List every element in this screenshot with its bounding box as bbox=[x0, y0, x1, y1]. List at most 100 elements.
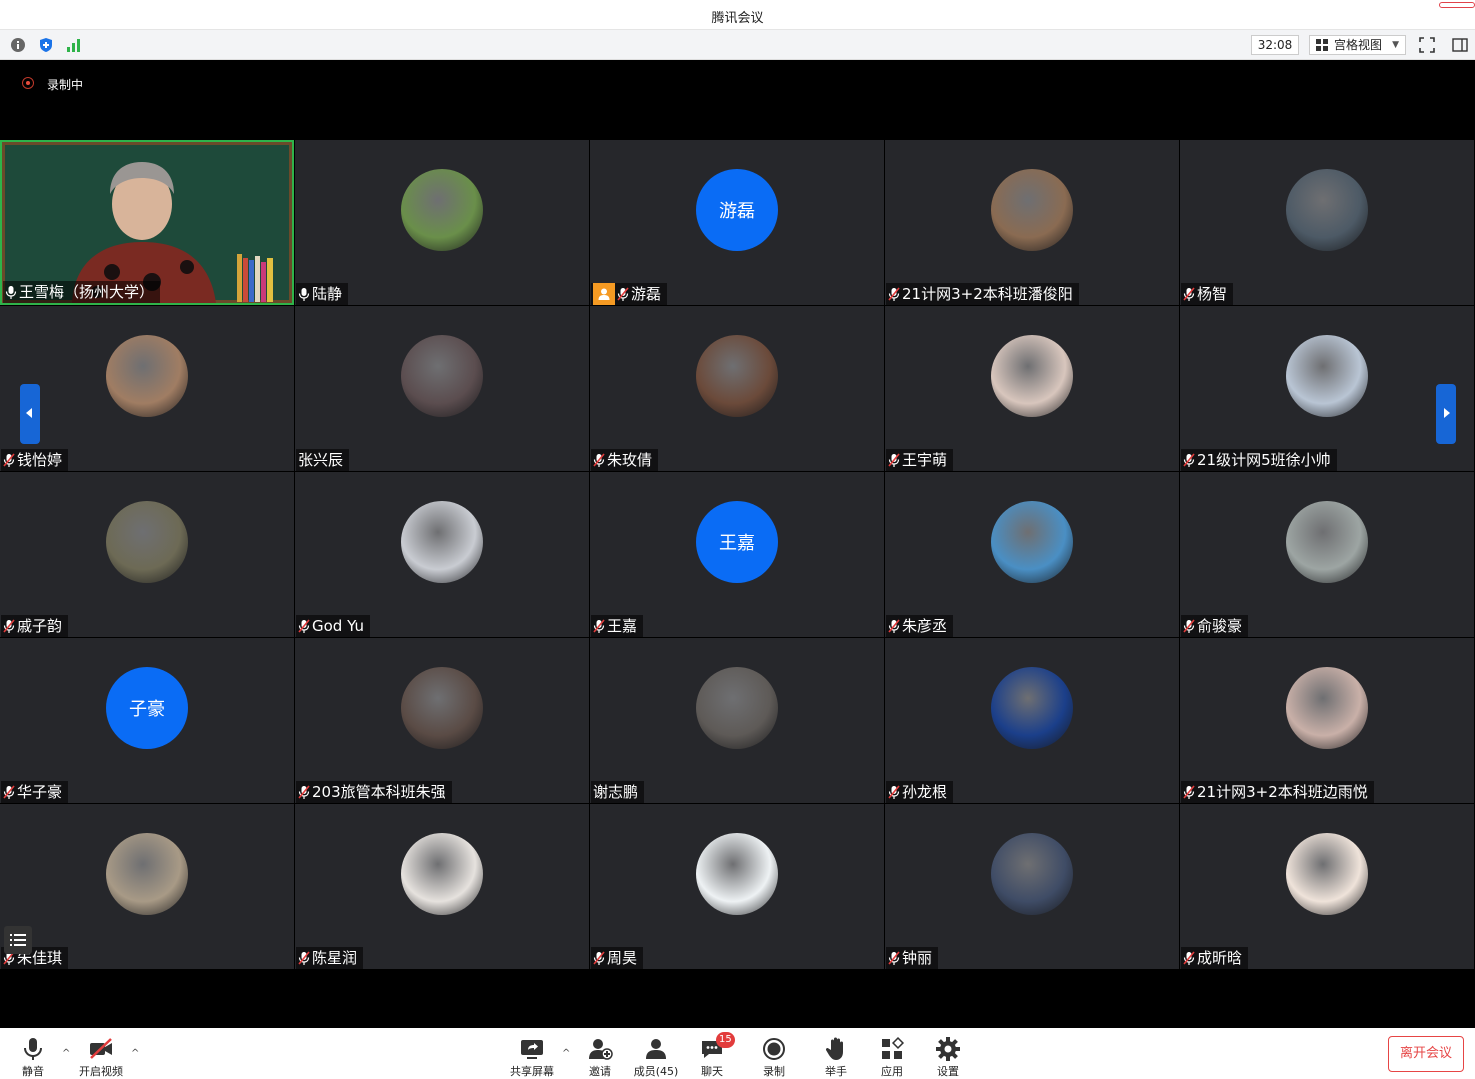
participant-tile[interactable]: 杨智 bbox=[1180, 140, 1474, 305]
members-icon bbox=[646, 1039, 666, 1059]
participant-tile[interactable]: 21计网3+2本科班潘俊阳 bbox=[885, 140, 1179, 305]
participant-tile[interactable]: 谢志鹏 bbox=[590, 638, 884, 803]
recording-dot-icon bbox=[22, 77, 34, 89]
participant-name: 朱彦丞 bbox=[902, 617, 948, 635]
participant-tile[interactable]: 朱彦丞 bbox=[885, 472, 1179, 637]
avatar bbox=[696, 833, 778, 915]
record-button[interactable]: 录制 bbox=[744, 1036, 804, 1079]
participant-name-tag: God Yu bbox=[296, 615, 371, 637]
side-panel-icon[interactable] bbox=[1452, 37, 1468, 53]
participant-tile[interactable]: 21级计网5班徐小帅 bbox=[1180, 306, 1474, 471]
meeting-info-bar: 32:08 宫格视图 ▼ bbox=[0, 30, 1475, 60]
microphone-icon bbox=[24, 1038, 42, 1060]
participant-tile[interactable]: 陆静 bbox=[295, 140, 589, 305]
participant-tile[interactable]: 周昊 bbox=[590, 804, 884, 969]
participant-name: 王嘉 bbox=[607, 617, 638, 635]
participant-tile[interactable]: 王雪梅（扬州大学） bbox=[0, 140, 294, 305]
start-video-button[interactable]: 开启视频 bbox=[71, 1036, 131, 1079]
participant-name: 谢志鹏 bbox=[593, 783, 639, 801]
video-feed bbox=[2, 142, 292, 303]
avatar bbox=[401, 833, 483, 915]
members-button[interactable]: 成员(45) bbox=[626, 1036, 686, 1079]
participant-tile[interactable]: God Yu bbox=[295, 472, 589, 637]
participant-name-tag: 王嘉 bbox=[591, 615, 644, 637]
participant-tile[interactable]: 朱佳琪 bbox=[0, 804, 294, 969]
participant-tile[interactable]: 游磊 游磊 bbox=[590, 140, 884, 305]
participant-name: 孙龙根 bbox=[902, 783, 948, 801]
avatar: 游磊 bbox=[696, 169, 778, 251]
participant-name: 陆静 bbox=[312, 285, 343, 303]
avatar bbox=[106, 833, 188, 915]
participant-name-tag: 朱玫倩 bbox=[591, 449, 659, 471]
participant-name-tag: 21级计网5班徐小帅 bbox=[1181, 449, 1337, 471]
apps-button[interactable]: 应用 bbox=[862, 1036, 922, 1079]
chat-button[interactable]: 15 聊天 bbox=[682, 1032, 742, 1079]
avatar bbox=[401, 501, 483, 583]
avatar: 王嘉 bbox=[696, 501, 778, 583]
security-shield-icon[interactable] bbox=[38, 37, 54, 53]
participant-tile[interactable]: 钟丽 bbox=[885, 804, 1179, 969]
participant-tile[interactable]: 子豪 华子豪 bbox=[0, 638, 294, 803]
info-icon[interactable] bbox=[10, 37, 26, 53]
window-control[interactable] bbox=[1439, 2, 1475, 8]
settings-button[interactable]: 设置 bbox=[918, 1036, 978, 1079]
avatar bbox=[1286, 335, 1368, 417]
participant-name-tag: 成昕晗 bbox=[1181, 947, 1249, 969]
next-page-button[interactable] bbox=[1436, 384, 1456, 444]
video-options-caret-icon[interactable]: ^ bbox=[131, 1048, 139, 1059]
invite-button[interactable]: 邀请 bbox=[570, 1036, 630, 1079]
participant-tile[interactable]: 戚子韵 bbox=[0, 472, 294, 637]
raise-hand-label: 举手 bbox=[825, 1065, 847, 1078]
raise-hand-button[interactable]: 举手 bbox=[806, 1036, 866, 1079]
avatar bbox=[401, 169, 483, 251]
participant-name: 钟丽 bbox=[902, 949, 933, 967]
participant-name: 21计网3+2本科班潘俊阳 bbox=[902, 285, 1073, 303]
bottom-toolbar: 静音 ^ 开启视频 ^ 共享屏幕 ^ 邀请 成员(45) 15 聊天 录制 举手… bbox=[0, 1028, 1475, 1079]
participant-name-tag: 王宇萌 bbox=[886, 449, 954, 471]
participant-tile[interactable]: 21计网3+2本科班边雨悦 bbox=[1180, 638, 1474, 803]
settings-label: 设置 bbox=[937, 1065, 959, 1078]
participant-tile[interactable]: 孙龙根 bbox=[885, 638, 1179, 803]
participant-tile[interactable]: 俞骏豪 bbox=[1180, 472, 1474, 637]
participant-name: 游磊 bbox=[631, 285, 662, 303]
participant-tile[interactable]: 王宇萌 bbox=[885, 306, 1179, 471]
participant-name-tag: 203旅管本科班朱强 bbox=[296, 781, 452, 803]
network-signal-icon[interactable] bbox=[66, 37, 82, 53]
microphone-muted-icon bbox=[593, 619, 605, 633]
members-label: 成员(45) bbox=[633, 1065, 679, 1078]
microphone-muted-icon bbox=[1183, 287, 1195, 301]
fullscreen-icon[interactable] bbox=[1419, 37, 1435, 53]
view-mode-dropdown[interactable]: 宫格视图 ▼ bbox=[1309, 35, 1406, 55]
avatar bbox=[106, 501, 188, 583]
participant-tile[interactable]: 张兴辰 bbox=[295, 306, 589, 471]
list-icon bbox=[10, 934, 26, 946]
participant-tile[interactable]: 朱玫倩 bbox=[590, 306, 884, 471]
participant-tile[interactable]: 203旅管本科班朱强 bbox=[295, 638, 589, 803]
participant-tile[interactable]: 成昕晗 bbox=[1180, 804, 1474, 969]
participant-tile[interactable]: 钱怡婷 bbox=[0, 306, 294, 471]
share-screen-button[interactable]: 共享屏幕 bbox=[502, 1036, 562, 1079]
chat-unread-badge: 15 bbox=[716, 1032, 735, 1048]
share-screen-label: 共享屏幕 bbox=[510, 1065, 554, 1078]
microphone-icon bbox=[5, 286, 17, 299]
list-view-button[interactable] bbox=[4, 926, 32, 954]
avatar bbox=[1286, 501, 1368, 583]
mute-button[interactable]: 静音 bbox=[3, 1036, 63, 1079]
avatar: 子豪 bbox=[106, 667, 188, 749]
participant-tile[interactable]: 王嘉 王嘉 bbox=[590, 472, 884, 637]
microphone-muted-icon bbox=[298, 785, 310, 799]
participant-tile[interactable]: 陈星润 bbox=[295, 804, 589, 969]
previous-page-button[interactable] bbox=[20, 384, 40, 444]
participant-name: 钱怡婷 bbox=[17, 451, 63, 469]
microphone-muted-icon bbox=[1183, 785, 1195, 799]
microphone-muted-icon bbox=[1183, 951, 1195, 965]
microphone-muted-icon bbox=[298, 619, 310, 633]
audio-options-caret-icon[interactable]: ^ bbox=[62, 1048, 70, 1059]
leave-meeting-button[interactable]: 离开会议 bbox=[1388, 1036, 1464, 1072]
microphone-icon bbox=[298, 288, 310, 301]
camera-off-icon bbox=[90, 1038, 112, 1059]
avatar bbox=[696, 335, 778, 417]
participant-name-tag: 钟丽 bbox=[886, 947, 939, 969]
avatar bbox=[1286, 667, 1368, 749]
avatar bbox=[696, 667, 778, 749]
